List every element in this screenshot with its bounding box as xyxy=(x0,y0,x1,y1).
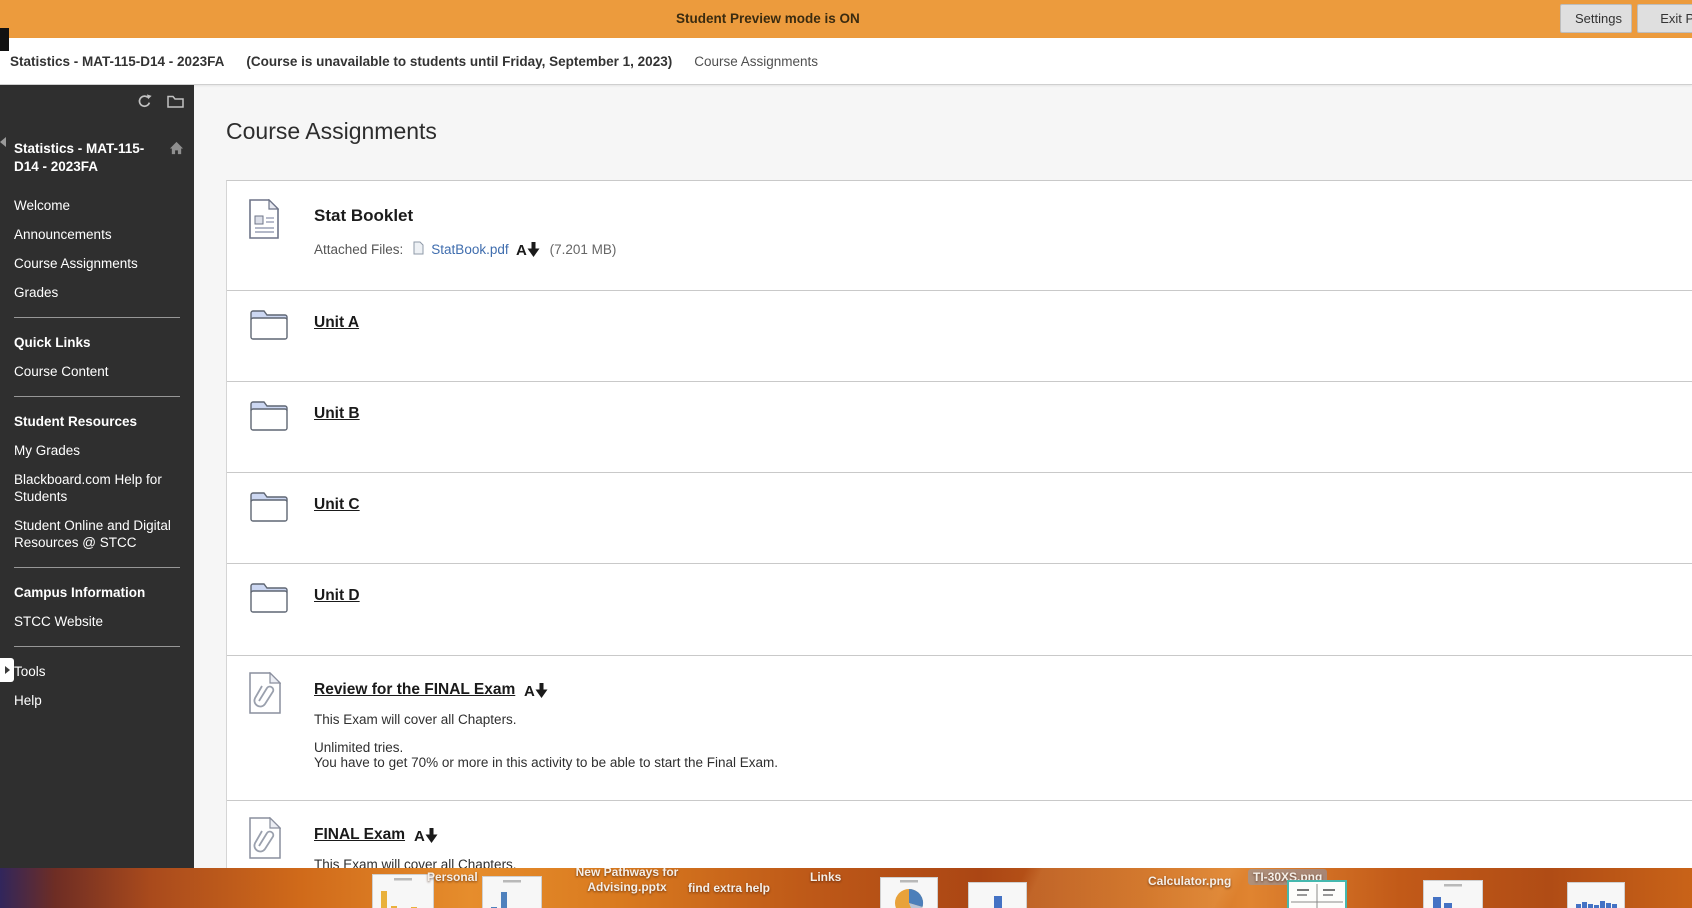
collapse-menu-handle[interactable] xyxy=(0,658,14,682)
course-title-row: Statistics - MAT-115-D14 - 2023FA xyxy=(14,140,184,175)
collapse-arrow-icon xyxy=(4,666,10,674)
folder-link-unit-b[interactable]: Unit B xyxy=(314,405,360,422)
sidebar-item-tools[interactable]: Tools xyxy=(14,663,180,680)
desktop-strip: Personal New Pathways for Advising.pptx … xyxy=(0,868,1692,908)
sidebar-item-course-content[interactable]: Course Content xyxy=(14,363,180,380)
attachment-document-icon xyxy=(249,817,289,868)
list-item-unit-c: Unit C xyxy=(227,473,1692,564)
svg-text:A: A xyxy=(516,242,527,258)
sidebar-item-stcc-website[interactable]: STCC Website xyxy=(14,613,180,630)
sidebar-header-quick-links: Quick Links xyxy=(14,335,91,350)
exit-preview-button[interactable]: Exit Preview xyxy=(1637,4,1692,33)
attached-files-row: Attached Files: StatBook.pdf A (7.201 MB… xyxy=(314,241,1692,258)
preview-banner-message: Student Preview mode is ON xyxy=(676,11,860,26)
item-title: Stat Booklet xyxy=(314,206,414,225)
breadcrumb: Statistics - MAT-115-D14 - 2023FA (Cours… xyxy=(0,38,1692,85)
item-description: You have to get 70% or more in this acti… xyxy=(314,755,778,770)
student-preview-banner: Student Preview mode is ON Settings Exit… xyxy=(0,0,1692,38)
sidebar-divider xyxy=(14,396,180,397)
chart-thumbnail-flat-bars[interactable] xyxy=(1567,882,1625,908)
main-content: Course Assignments Stat Booklet Attached… xyxy=(194,85,1692,868)
svg-text:A: A xyxy=(524,683,535,699)
list-item-final-exam: FINAL Exam A This Exam will cover all Ch… xyxy=(227,801,1692,868)
body-wrap: Statistics - MAT-115-D14 - 2023FA Welcom… xyxy=(0,85,1692,868)
attachment-document-icon xyxy=(249,672,289,800)
sidebar-item-grades[interactable]: Grades xyxy=(14,284,180,301)
chart-thumbnail-histogram[interactable] xyxy=(968,882,1027,908)
refresh-icon[interactable] xyxy=(137,94,152,113)
item-description: This Exam will cover all Chapters. xyxy=(314,857,517,868)
breadcrumb-current-page: Course Assignments xyxy=(694,53,819,69)
sidebar-item-help[interactable]: Help xyxy=(14,692,180,709)
item-body: Unit A xyxy=(314,306,1692,381)
item-description: This Exam will cover all Chapters. xyxy=(314,712,517,727)
desktop-label-links[interactable]: Links xyxy=(810,870,841,884)
sidebar-toolbar xyxy=(0,85,194,113)
item-description: Unlimited tries. xyxy=(314,740,404,755)
sidebar-header-campus-information: Campus Information xyxy=(14,585,146,600)
sidebar-divider xyxy=(14,567,180,568)
chart-thumbnail-pie[interactable] xyxy=(880,877,938,908)
sidebar-course-title[interactable]: Statistics - MAT-115-D14 - 2023FA xyxy=(14,140,182,175)
item-body: Review for the FINAL Exam A This Exam wi… xyxy=(314,672,1692,800)
sidebar-item-announcements[interactable]: Announcements xyxy=(14,226,180,243)
sidebar-item-blackboard-help[interactable]: Blackboard.com Help for Students xyxy=(14,471,180,505)
ally-download-icon[interactable]: A xyxy=(516,241,541,258)
folder-link-unit-c[interactable]: Unit C xyxy=(314,496,360,513)
black-corner-chip xyxy=(0,28,9,51)
file-icon xyxy=(413,241,424,258)
statbook-pdf-link[interactable]: StatBook.pdf xyxy=(431,242,508,257)
sidebar-divider xyxy=(14,646,180,647)
settings-button[interactable]: Settings xyxy=(1560,4,1632,33)
attached-files-label: Attached Files: xyxy=(314,242,404,257)
desktop-label-calculator-png[interactable]: Calculator.png xyxy=(1148,874,1231,888)
item-body: FINAL Exam A This Exam will cover all Ch… xyxy=(314,817,1692,868)
sidebar-item-student-online-resources[interactable]: Student Online and Digital Resources @ S… xyxy=(14,517,180,551)
sidebar-item-my-grades[interactable]: My Grades xyxy=(14,442,180,459)
desktop-label-pathways-advising[interactable]: New Pathways for Advising.pptx xyxy=(565,868,689,895)
page-title: Course Assignments xyxy=(226,118,437,144)
assessment-link-final-exam[interactable]: FINAL Exam xyxy=(314,826,405,844)
ally-download-icon[interactable]: A xyxy=(524,682,549,699)
folder-icon xyxy=(249,488,289,563)
content-document-icon xyxy=(249,199,289,290)
list-item-unit-b: Unit B xyxy=(227,382,1692,473)
sidebar-header-student-resources: Student Resources xyxy=(14,414,138,429)
table-thumbnail-ti30xs[interactable] xyxy=(1287,880,1347,908)
item-body: Stat Booklet Attached Files: StatBook.pd… xyxy=(314,199,1692,290)
folder-link-unit-d[interactable]: Unit D xyxy=(314,587,360,604)
folder-view-icon[interactable] xyxy=(167,94,184,113)
chart-thumbnail-blue-bars[interactable] xyxy=(482,876,542,908)
folder-icon xyxy=(249,397,289,472)
desktop-label-personal[interactable]: Personal xyxy=(427,870,478,884)
item-body: Unit B xyxy=(314,397,1692,472)
sidebar-divider xyxy=(14,317,180,318)
list-item-unit-a: Unit A xyxy=(227,291,1692,382)
item-body: Unit D xyxy=(314,579,1692,655)
list-item-unit-d: Unit D xyxy=(227,564,1692,656)
sidebar-item-welcome[interactable]: Welcome xyxy=(14,197,180,214)
list-item-stat-booklet: Stat Booklet Attached Files: StatBook.pd… xyxy=(227,181,1692,291)
folder-icon xyxy=(249,306,289,381)
chart-thumbnail-descending-bars[interactable] xyxy=(1423,880,1483,908)
breadcrumb-availability-note: (Course is unavailable to students until… xyxy=(246,53,673,69)
menu-scroll-arrow-icon xyxy=(0,137,6,147)
chart-thumbnail-yellow-bars[interactable] xyxy=(372,874,434,908)
home-icon xyxy=(169,141,184,160)
folder-link-unit-a[interactable]: Unit A xyxy=(314,314,359,331)
assessment-link-review-final-exam[interactable]: Review for the FINAL Exam xyxy=(314,681,515,699)
file-size: (7.201 MB) xyxy=(549,242,617,257)
desktop-label-find-extra-help[interactable]: find extra help xyxy=(688,881,770,895)
breadcrumb-course[interactable]: Statistics - MAT-115-D14 - 2023FA xyxy=(10,54,224,69)
item-body: Unit C xyxy=(314,488,1692,563)
ally-download-icon[interactable]: A xyxy=(414,827,439,844)
folder-icon xyxy=(249,579,289,655)
list-item-review-final-exam: Review for the FINAL Exam A This Exam wi… xyxy=(227,656,1692,801)
screen: Student Preview mode is ON Settings Exit… xyxy=(0,0,1692,908)
svg-text:A: A xyxy=(414,828,425,844)
sidebar-item-course-assignments[interactable]: Course Assignments xyxy=(14,255,180,272)
course-menu: Welcome Announcements Course Assignments… xyxy=(0,197,194,709)
assignment-list: Stat Booklet Attached Files: StatBook.pd… xyxy=(226,180,1692,868)
course-menu-sidebar: Statistics - MAT-115-D14 - 2023FA Welcom… xyxy=(0,85,194,868)
